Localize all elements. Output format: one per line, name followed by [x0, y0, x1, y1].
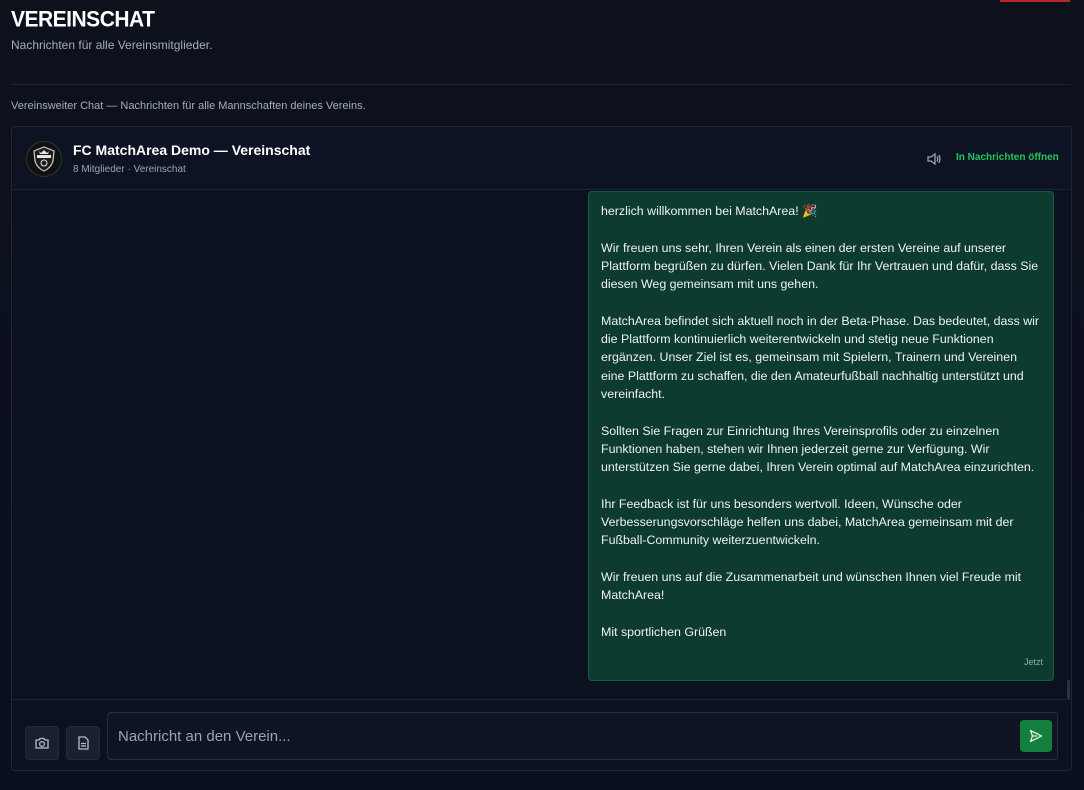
page-title: VEREINSCHAT: [11, 7, 155, 32]
open-in-messages-link[interactable]: In Nachrichten öffnen: [956, 152, 1059, 163]
send-button[interactable]: [1020, 720, 1052, 752]
message-paragraph: Wir freuen uns auf die Zusammenarbeit un…: [601, 569, 1022, 603]
page-header: VEREINSCHAT Nachrichten für alle Vereins…: [11, 7, 213, 52]
message-area: herzlich willkommen bei MatchArea! 🎉 Wir…: [12, 190, 1071, 760]
chat-panel: FC MatchArea Demo — Vereinschat 8 Mitgli…: [11, 126, 1072, 771]
camera-icon: [35, 737, 49, 749]
club-crest-icon: [26, 141, 62, 177]
camera-button[interactable]: [25, 726, 59, 760]
page: VEREINSCHAT Nachrichten für alle Vereins…: [0, 0, 1084, 790]
chat-header: FC MatchArea Demo — Vereinschat 8 Mitgli…: [12, 127, 1071, 190]
message-paragraph: Mit sportlichen Grüßen: [601, 624, 727, 639]
message-paragraph: Sollten Sie Fragen zur Einrichtung Ihres…: [601, 423, 1035, 475]
message-timestamp: Jetzt: [1023, 656, 1043, 667]
chat-title: FC MatchArea Demo — Vereinschat: [73, 142, 311, 158]
top-accent-bar: [1000, 0, 1070, 2]
composer: [12, 699, 1071, 770]
header-divider: [11, 84, 1071, 85]
file-icon: [78, 736, 89, 750]
section-note: Vereinsweiter Chat — Nachrichten für all…: [11, 100, 366, 112]
message-input[interactable]: [107, 712, 1058, 760]
speaker-icon[interactable]: [926, 151, 942, 167]
page-subtitle: Nachrichten für alle Vereinsmitglieder.: [11, 38, 213, 52]
chat-meta: 8 Mitglieder · Vereinschat: [73, 164, 186, 175]
file-button[interactable]: [66, 726, 100, 760]
message-paragraph: Ihr Feedback ist für uns besonders wertv…: [601, 496, 1014, 548]
message-bubble: herzlich willkommen bei MatchArea! 🎉 Wir…: [588, 191, 1054, 681]
message-paragraph: MatchArea befindet sich aktuell noch in …: [601, 313, 1040, 401]
message-paragraph: Wir freuen uns sehr, Ihren Verein als ei…: [601, 240, 1039, 292]
send-icon: [1029, 729, 1043, 743]
message-paragraph: herzlich willkommen bei MatchArea! 🎉: [601, 204, 818, 218]
